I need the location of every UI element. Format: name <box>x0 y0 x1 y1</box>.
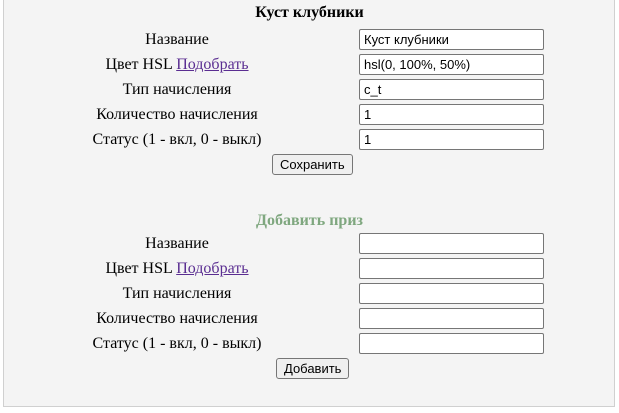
add-button[interactable]: Добавить <box>276 358 350 379</box>
edit-amount-label: Количество начисления <box>96 106 258 123</box>
add-status-input[interactable] <box>359 333 544 354</box>
edit-color-label-row: Цвет HSL Подобрать <box>22 55 332 75</box>
add-type-input[interactable] <box>359 283 544 304</box>
edit-type-input[interactable] <box>359 79 544 100</box>
add-amount-label: Количество начисления <box>96 310 258 327</box>
add-color-input[interactable] <box>359 258 544 279</box>
edit-name-input[interactable] <box>359 29 544 50</box>
edit-color-input[interactable] <box>359 54 544 75</box>
edit-status-label: Статус (1 - вкл, 0 - выкл) <box>92 131 262 148</box>
save-button[interactable]: Сохранить <box>272 154 353 175</box>
add-status-label: Статус (1 - вкл, 0 - выкл) <box>92 335 262 352</box>
edit-name-label: Название <box>145 31 209 48</box>
edit-color-pick-link[interactable]: Подобрать <box>176 56 248 73</box>
edit-color-label: Цвет HSL <box>105 56 173 73</box>
edit-type-label: Тип начисления <box>122 81 232 98</box>
add-amount-input[interactable] <box>359 308 544 329</box>
add-name-input[interactable] <box>359 233 544 254</box>
edit-form-title: Куст клубники <box>255 4 364 21</box>
edit-amount-input[interactable] <box>359 104 544 125</box>
add-color-label: Цвет HSL <box>105 260 173 277</box>
add-type-label: Тип начисления <box>122 285 232 302</box>
add-name-label: Название <box>145 235 209 252</box>
add-color-pick-link[interactable]: Подобрать <box>176 260 248 277</box>
add-color-label-row: Цвет HSL Подобрать <box>22 259 332 279</box>
edit-status-input[interactable] <box>359 129 544 150</box>
add-form-title: Добавить приз <box>256 212 363 229</box>
